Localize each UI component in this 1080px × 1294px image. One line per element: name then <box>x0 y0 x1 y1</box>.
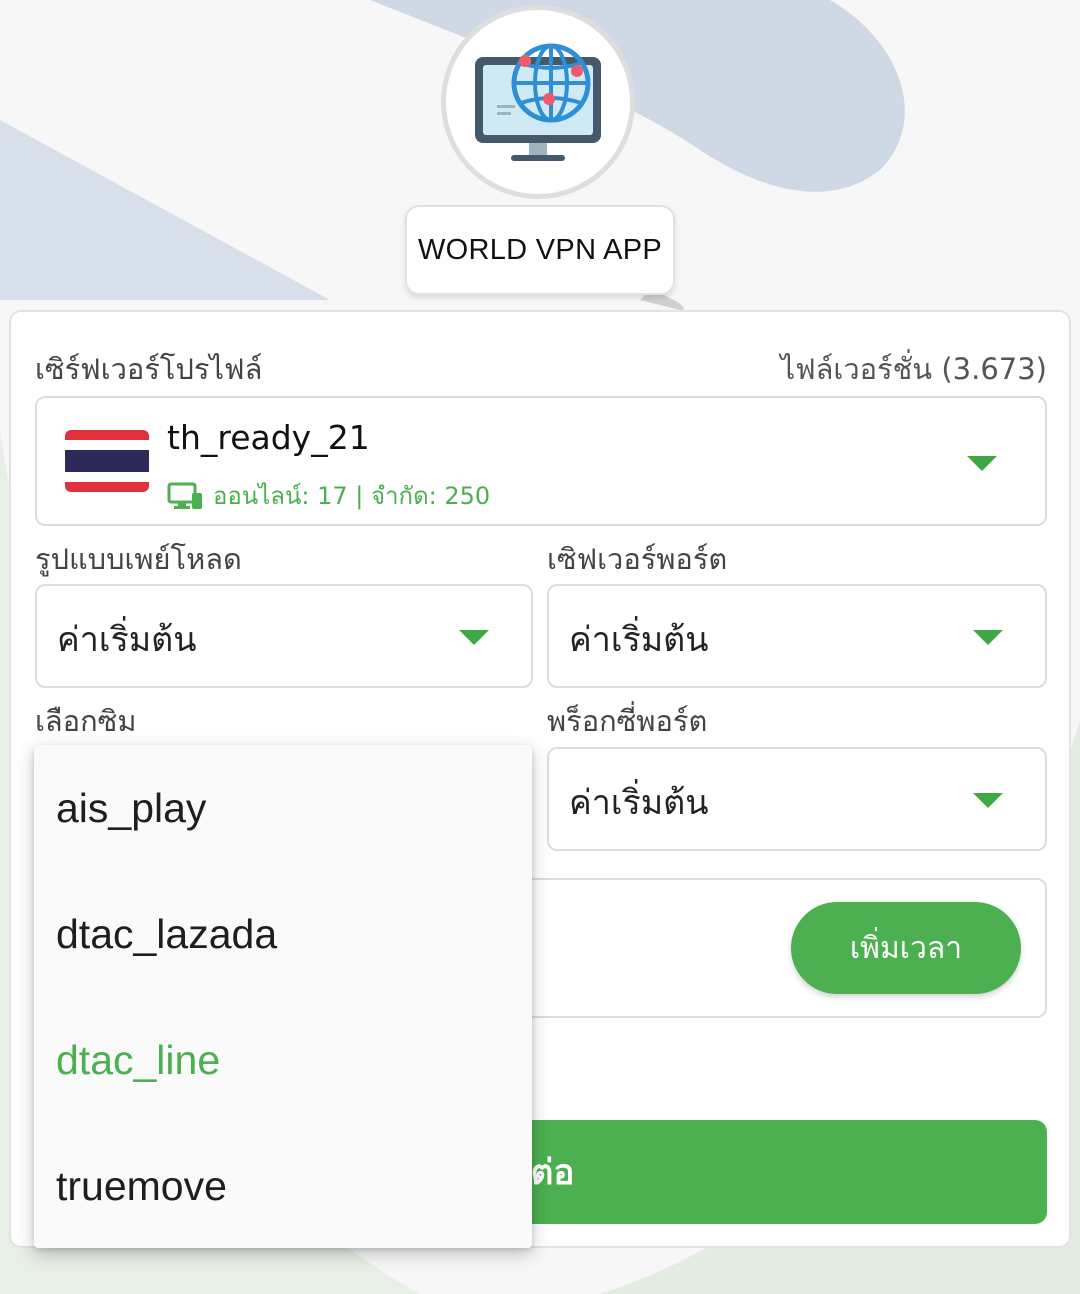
sim-option-dtac-lazada[interactable]: dtac_lazada <box>56 911 277 958</box>
chevron-down-icon[interactable] <box>973 630 1003 645</box>
thailand-flag-icon <box>65 430 149 492</box>
sim-dropdown-menu: ais_play dtac_lazada dtac_line truemove <box>34 745 532 1248</box>
chevron-down-icon[interactable] <box>967 456 997 471</box>
server-port-value: ค่าเริ่มต้น <box>569 620 709 660</box>
sim-option-ais-play[interactable]: ais_play <box>56 785 206 832</box>
server-stats-text: ออนไลน์: 17 | จำกัด: 250 <box>213 482 491 510</box>
sim-label: เลือกซิม <box>35 704 137 738</box>
server-selector[interactable]: th_ready_21 ออนไลน์: 17 | จำกัด: 250 <box>35 396 1047 526</box>
chevron-down-icon[interactable] <box>973 793 1003 808</box>
payload-label: รูปแบบเพย์โหลด <box>35 542 242 576</box>
proxy-port-select[interactable]: ค่าเริ่มต้น <box>547 747 1047 851</box>
app-name: WORLD VPN APP <box>405 205 675 295</box>
server-name: th_ready_21 <box>167 418 370 457</box>
server-stats: ออนไลน์: 17 | จำกัด: 250 <box>167 476 490 515</box>
globe-monitor-icon <box>475 43 601 161</box>
sim-option-truemove[interactable]: truemove <box>56 1163 227 1210</box>
payload-value: ค่าเริ่มต้น <box>57 620 197 660</box>
payload-select[interactable]: ค่าเริ่มต้น <box>35 584 533 688</box>
server-profile-label: เซิร์ฟเวอร์โปรไฟล์ <box>35 352 263 386</box>
add-time-button[interactable]: เพิ่มเวลา <box>791 902 1021 994</box>
proxy-port-label: พร็อกซี่พอร์ต <box>547 704 708 738</box>
sim-option-dtac-line[interactable]: dtac_line <box>56 1037 220 1084</box>
monitor-icon <box>167 482 202 509</box>
file-version-label: ไฟล์เวอร์ชั่น (3.673) <box>780 352 1047 386</box>
proxy-port-value: ค่าเริ่มต้น <box>569 783 709 823</box>
server-port-label: เซิฟเวอร์พอร์ต <box>547 542 728 576</box>
server-port-select[interactable]: ค่าเริ่มต้น <box>547 584 1047 688</box>
app-logo <box>441 5 635 199</box>
chevron-down-icon[interactable] <box>459 630 489 645</box>
